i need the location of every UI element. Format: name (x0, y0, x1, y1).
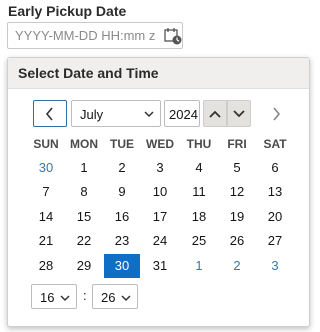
chevron-left-icon (45, 106, 53, 121)
calendar-day[interactable]: 5 (219, 156, 255, 180)
calendar-day[interactable]: 6 (257, 156, 293, 180)
popup-header: Select Date and Time (8, 58, 309, 89)
field-label: Early Pickup Date (8, 3, 127, 19)
weekday-header: FRI (227, 137, 247, 151)
calendar-clock-icon[interactable] (163, 26, 183, 46)
next-month-button[interactable] (259, 100, 293, 127)
hour-value: 16 (40, 290, 55, 305)
chevron-down-icon (233, 109, 245, 117)
calendar-day[interactable]: 12 (219, 180, 255, 204)
calendar-day[interactable]: 16 (104, 205, 140, 229)
year-input[interactable]: 2024 (164, 100, 200, 127)
calendar-day[interactable]: 19 (219, 205, 255, 229)
year-decrement-button[interactable] (227, 100, 251, 127)
calendar-day[interactable]: 2 (219, 254, 255, 278)
chevron-up-icon (209, 110, 221, 118)
calendar-day[interactable]: 9 (104, 180, 140, 204)
weekday-header: WED (146, 137, 174, 151)
calendar-day[interactable]: 13 (257, 180, 293, 204)
month-select[interactable]: July (71, 100, 161, 127)
month-value: July (80, 107, 104, 122)
minute-select[interactable]: 26 (92, 284, 138, 309)
chevron-down-icon (144, 111, 154, 118)
calendar-day[interactable]: 21 (28, 229, 64, 253)
calendar-day[interactable]: 29 (66, 254, 102, 278)
calendar-day[interactable]: 3 (257, 254, 293, 278)
calendar-day[interactable]: 23 (104, 229, 140, 253)
time-separator: : (83, 288, 87, 303)
calendar-day[interactable]: 26 (219, 229, 255, 253)
calendar-day[interactable]: 7 (28, 180, 64, 204)
weekday-header: MON (70, 137, 98, 151)
previous-month-button[interactable] (33, 100, 67, 127)
hour-select[interactable]: 16 (31, 284, 77, 309)
calendar-day[interactable]: 17 (142, 205, 178, 229)
calendar-day[interactable]: 15 (66, 205, 102, 229)
date-time-placeholder: YYYY-MM-DD HH:mm z (15, 28, 156, 43)
calendar-day[interactable]: 1 (66, 156, 102, 180)
calendar-day[interactable]: 31 (142, 254, 178, 278)
calendar-day[interactable]: 11 (181, 180, 217, 204)
calendar-day[interactable]: 20 (257, 205, 293, 229)
calendar-day[interactable]: 18 (181, 205, 217, 229)
calendar-day[interactable]: 4 (181, 156, 217, 180)
calendar-day[interactable]: 14 (28, 205, 64, 229)
calendar-day[interactable]: 27 (257, 229, 293, 253)
chevron-down-icon (121, 295, 131, 302)
calendar-day[interactable]: 1 (181, 254, 217, 278)
minute-value: 26 (101, 290, 116, 305)
weekday-header: SAT (263, 137, 287, 151)
calendar-day[interactable]: 25 (181, 229, 217, 253)
weekday-header: THU (186, 137, 212, 151)
date-time-input[interactable]: YYYY-MM-DD HH:mm z (7, 22, 183, 49)
date-time-picker-popup: Select Date and Time July 2024 SUN MON TUE… (7, 57, 310, 327)
calendar-day[interactable]: 3 (142, 156, 178, 180)
chevron-right-icon (273, 106, 281, 121)
calendar-day[interactable]: 2 (104, 156, 140, 180)
calendar-day[interactable]: 8 (66, 180, 102, 204)
year-value: 2024 (169, 107, 198, 122)
weekday-header: TUE (110, 137, 134, 151)
year-increment-button[interactable] (203, 100, 227, 127)
calendar-day[interactable]: 30 (28, 156, 64, 180)
chevron-down-icon (60, 295, 70, 302)
calendar-day[interactable]: 10 (142, 180, 178, 204)
popup-title: Select Date and Time (18, 65, 159, 81)
calendar-day[interactable]: 24 (142, 229, 178, 253)
weekday-header: SUN (33, 137, 59, 151)
calendar-day[interactable]: 28 (28, 254, 64, 278)
calendar-day[interactable]: 22 (66, 229, 102, 253)
calendar-day-selected[interactable]: 30 (104, 254, 140, 278)
